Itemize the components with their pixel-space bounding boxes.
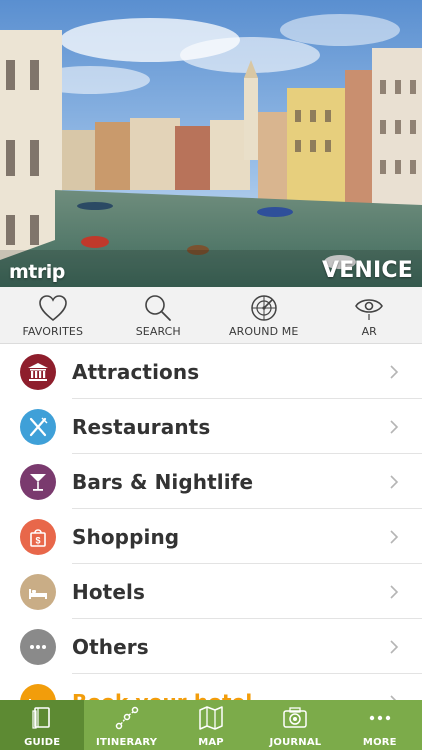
tab-itinerary-label: ITINERARY	[96, 737, 158, 748]
chevron-right-icon	[390, 364, 399, 379]
chevron-right-icon	[390, 584, 399, 599]
fork-knife-icon	[20, 408, 56, 445]
category-label: Shopping	[72, 524, 180, 549]
radar-icon	[251, 295, 277, 321]
brand-logo: mtrip	[9, 261, 65, 283]
favorites-button[interactable]: FAVORITES	[0, 287, 106, 343]
search-icon	[145, 295, 172, 321]
favorites-label: FAVORITES	[22, 325, 84, 338]
city-title: VENICE	[321, 258, 413, 283]
tab-guide[interactable]: GUIDE	[0, 700, 85, 750]
category-label: Attractions	[72, 359, 200, 384]
guide-book-icon	[32, 707, 51, 729]
shopping-bag-icon: $	[20, 518, 56, 555]
category-label: Hotels	[72, 579, 145, 604]
tab-map[interactable]: MAP	[169, 700, 253, 750]
bottom-tab-bar: GUIDE ITINERARY MAP JOURNAL MORE	[0, 700, 422, 750]
category-label: Restaurants	[72, 414, 211, 439]
tab-journal[interactable]: JOURNAL	[253, 700, 337, 750]
ar-label: AR	[361, 325, 377, 338]
chevron-right-icon	[390, 474, 399, 489]
category-list: Attractions Restaurants Bars & Nightlife	[0, 344, 422, 729]
category-others[interactable]: Others	[0, 619, 422, 674]
tab-map-label: MAP	[198, 737, 224, 748]
category-label: Bars & Nightlife	[72, 469, 254, 494]
category-label: Others	[72, 634, 149, 659]
chevron-right-icon	[390, 529, 399, 544]
svg-text:$: $	[35, 535, 40, 545]
itinerary-icon	[115, 706, 138, 730]
camera-icon	[283, 707, 308, 728]
around-me-button[interactable]: AROUND ME	[211, 287, 317, 343]
bed-icon	[20, 573, 56, 610]
more-dots-icon	[369, 715, 391, 721]
category-attractions[interactable]: Attractions	[0, 344, 422, 399]
heart-icon	[38, 295, 67, 322]
tab-journal-label: JOURNAL	[269, 737, 322, 748]
tab-itinerary[interactable]: ITINERARY	[84, 700, 168, 750]
tab-guide-label: GUIDE	[24, 737, 61, 748]
ar-button[interactable]: AR	[317, 287, 422, 343]
category-shopping[interactable]: $ Shopping	[0, 509, 422, 564]
hero-image: mtrip VENICE	[0, 0, 422, 287]
around-me-label: AROUND ME	[229, 325, 299, 338]
tab-more[interactable]: MORE	[338, 700, 422, 750]
search-button[interactable]: SEARCH	[106, 287, 212, 343]
quick-actions-bar: FAVORITES SEARCH AROUND ME AR	[0, 287, 422, 344]
eye-icon	[355, 299, 384, 320]
tab-more-label: MORE	[362, 737, 397, 748]
category-hotels[interactable]: Hotels	[0, 564, 422, 619]
venice-canal-photo	[0, 0, 422, 287]
map-icon	[199, 706, 223, 730]
museum-icon	[20, 353, 56, 390]
search-label: SEARCH	[135, 325, 181, 338]
chevron-right-icon	[390, 639, 399, 654]
category-bars-nightlife[interactable]: Bars & Nightlife	[0, 454, 422, 509]
more-dots-icon	[20, 628, 56, 665]
chevron-right-icon	[390, 419, 399, 434]
cocktail-icon	[20, 463, 56, 500]
category-restaurants[interactable]: Restaurants	[0, 399, 422, 454]
